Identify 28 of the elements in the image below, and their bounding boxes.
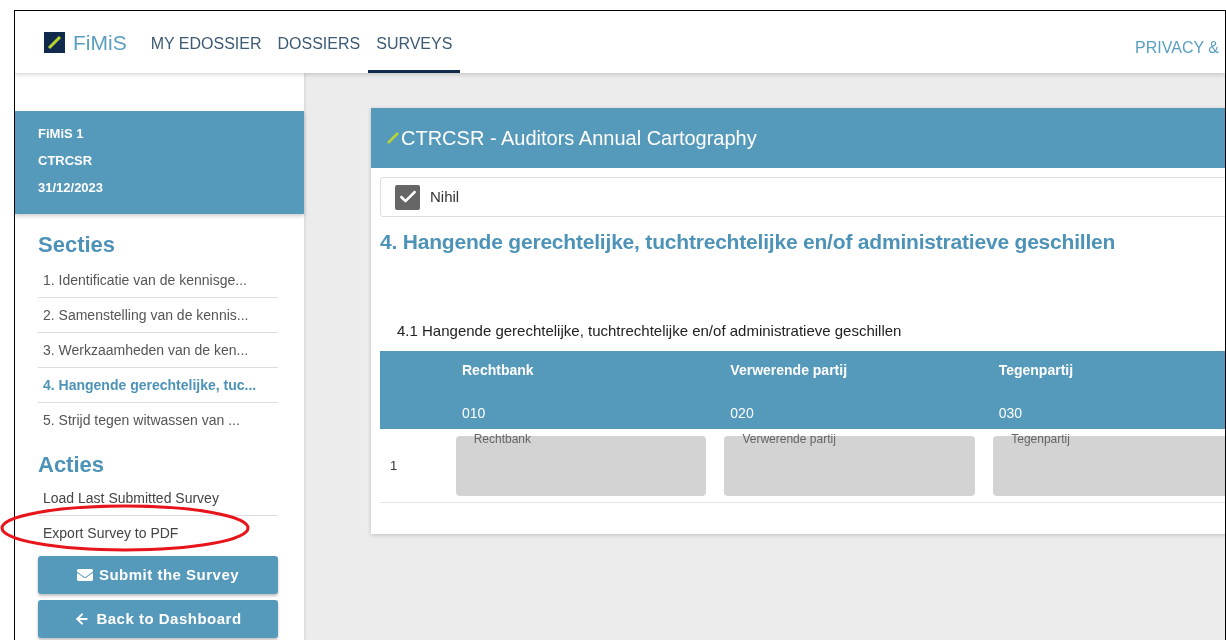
input-field[interactable]: Rechtbank	[455, 435, 707, 496]
nav-tab[interactable]: MY EDOSSIER	[142, 11, 270, 73]
input-field[interactable]: Verwerende partij	[724, 435, 976, 496]
section-link[interactable]: 1. Identificatie van de kennisge...	[38, 263, 278, 298]
column-header: Verwerende partij	[730, 361, 849, 380]
action-link[interactable]: Export Survey to PDF	[38, 516, 278, 550]
column-header: Rechtbank	[462, 361, 535, 380]
section-heading: 4. Hangende gerechtelijke, tuchtrechtelijke en/of administratieve geschillen	[380, 229, 1117, 255]
nav-tab[interactable]: DOSSIERS	[269, 11, 369, 73]
nihil-checkbox-row[interactable]: Nihil	[380, 177, 1225, 217]
column-code: 010	[462, 404, 487, 423]
actions-title: Acties	[38, 451, 106, 479]
survey-info-text: FiMiS 1	[38, 125, 85, 143]
section-link[interactable]: 5. Strijd tegen witwassen van ...	[38, 403, 278, 437]
survey-info-text: 31/12/2023	[38, 179, 105, 197]
sections-title: Secties	[38, 231, 117, 259]
row-number: 1	[389, 456, 399, 475]
input-field[interactable]: Tegenpartij	[993, 435, 1225, 496]
column-code: 020	[730, 404, 755, 423]
section-link[interactable]: 3. Werkzaamheden van de ken...	[38, 333, 278, 368]
card-title: CTRCSR - Auditors Annual Cartography	[401, 126, 757, 151]
section-link[interactable]: 2. Samenstelling van de kennis...	[38, 298, 278, 333]
action-link[interactable]: Load Last Submitted Survey	[38, 481, 278, 516]
logo-text: FiMiS	[73, 31, 127, 53]
subsection-title: 4.1 Hangende gerechtelijke, tuchtrechtelijke en/of administratieve geschillen	[396, 320, 903, 341]
column-header: Tegenpartij	[998, 361, 1075, 380]
survey-info-text: CTRCSR	[38, 152, 94, 170]
column-code: 030	[998, 404, 1023, 423]
